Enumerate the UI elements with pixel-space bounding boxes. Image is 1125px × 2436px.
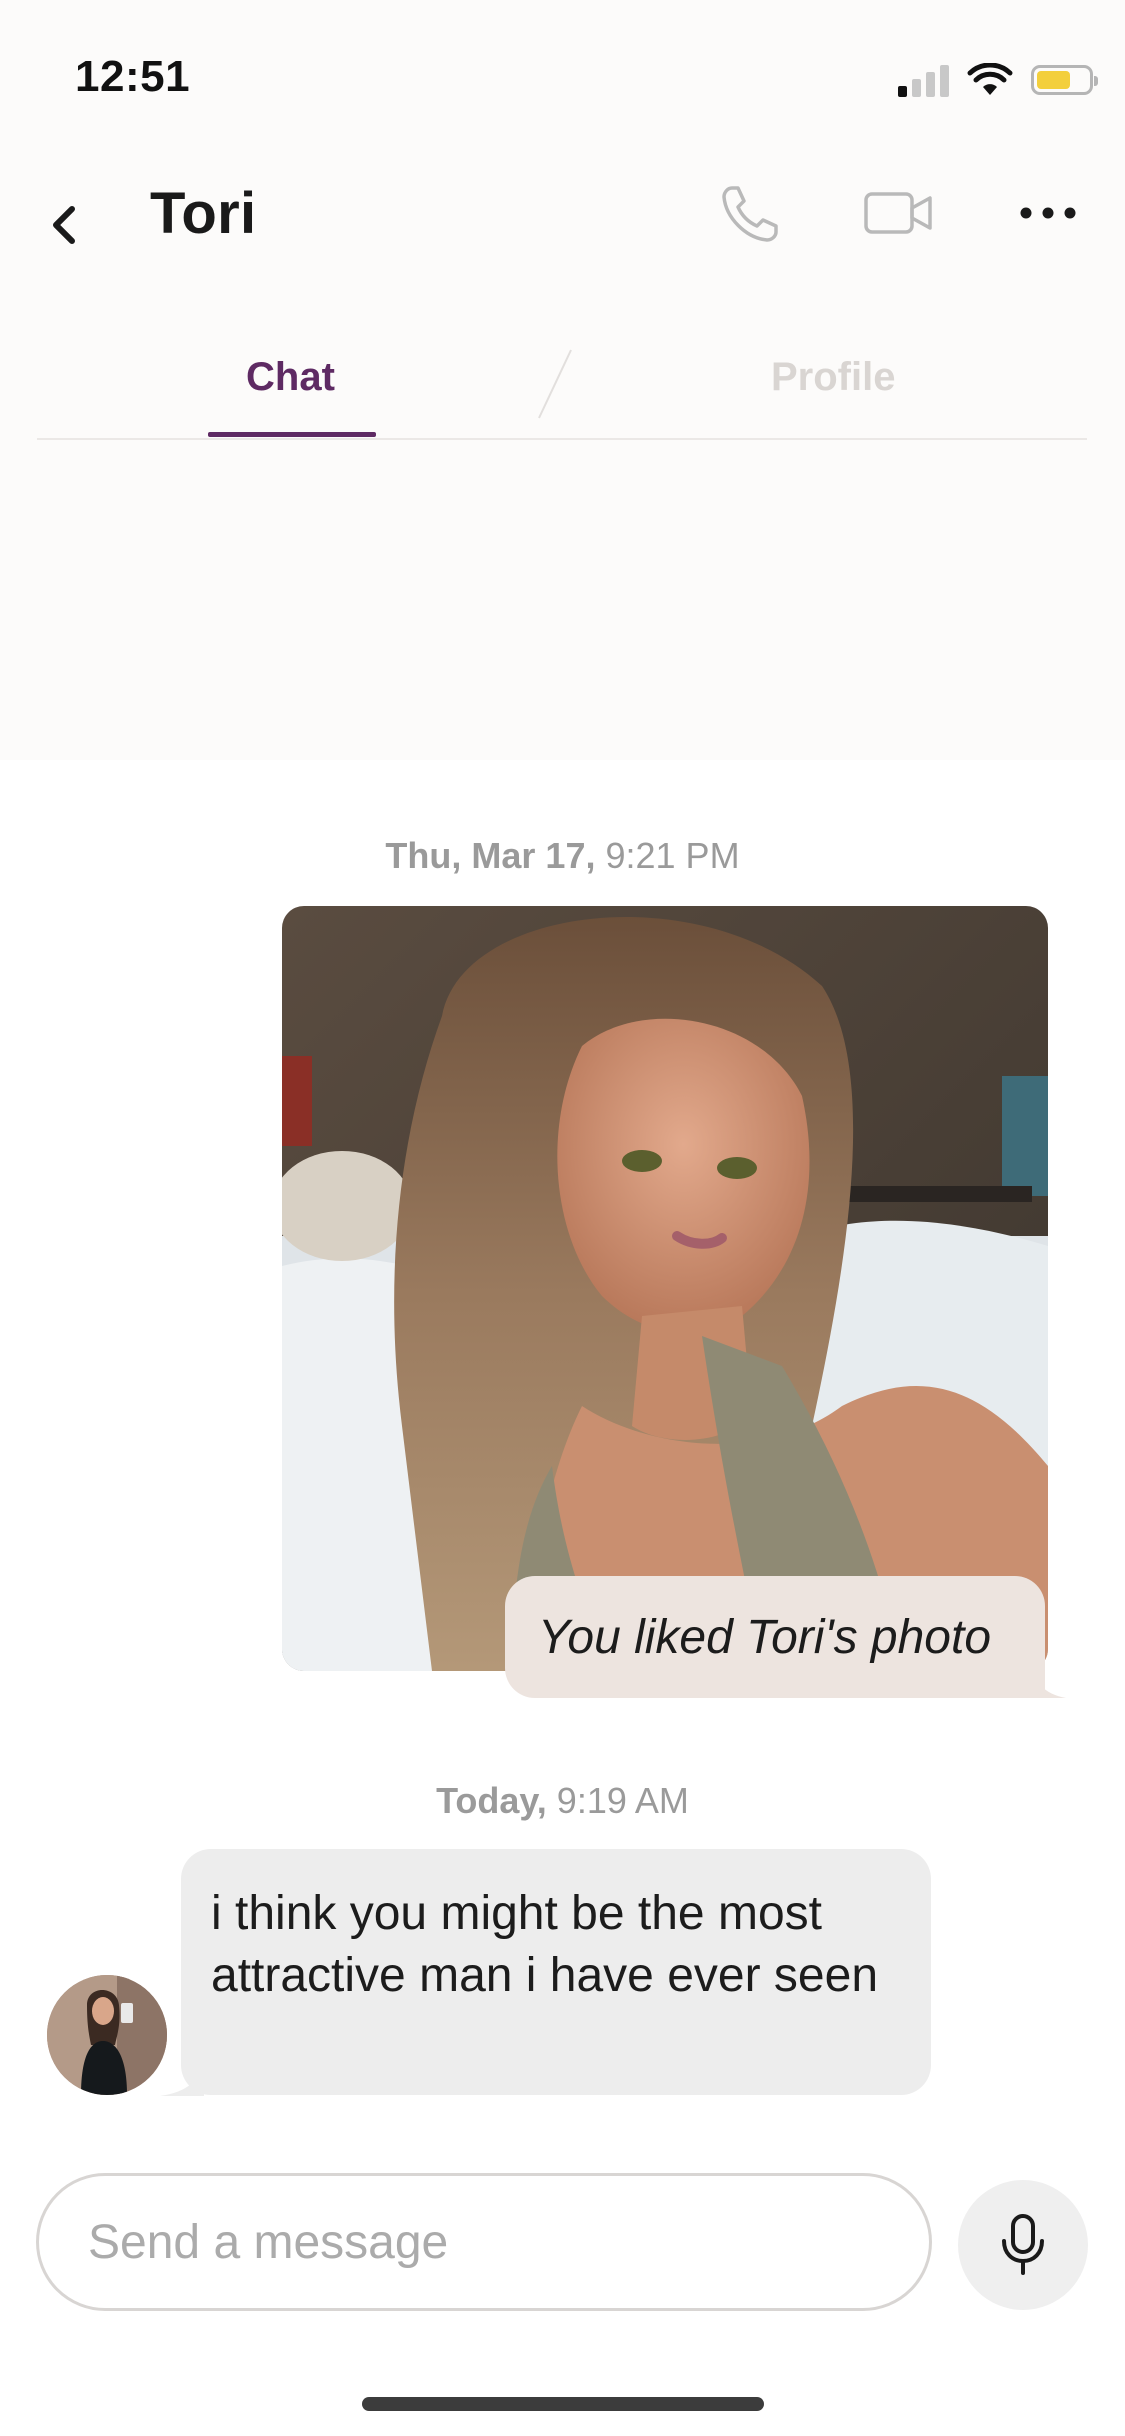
avatar-image [47, 1975, 167, 2095]
timestamp-day: Thu, Mar 17, [385, 835, 596, 876]
cellular-signal-icon [898, 63, 949, 97]
tab-profile[interactable]: Profile [771, 355, 895, 400]
video-camera-icon[interactable] [862, 180, 936, 246]
message-composer[interactable] [36, 2173, 932, 2311]
wifi-icon [967, 63, 1013, 95]
liked-photo-caption: You liked Tori's photo [505, 1576, 1045, 1698]
message-input[interactable] [86, 2206, 870, 2278]
tab-chat[interactable]: Chat [246, 355, 335, 400]
battery-icon [1031, 65, 1098, 95]
avatar[interactable] [47, 1975, 167, 2095]
microphone-button[interactable] [958, 2180, 1088, 2310]
message-timestamp: Thu, Mar 17, 9:21 PM [0, 835, 1125, 877]
status-time: 12:51 [75, 52, 191, 101]
active-tab-indicator [208, 432, 376, 437]
message-timestamp: Today, 9:19 AM [0, 1780, 1125, 1822]
more-dots-icon[interactable] [1015, 180, 1081, 246]
timestamp-time: 9:19 AM [556, 1780, 689, 1821]
back-chevron-icon[interactable] [40, 195, 90, 255]
phone-icon[interactable] [718, 180, 784, 246]
microphone-icon [1002, 2214, 1044, 2275]
timestamp-day: Today, [436, 1780, 547, 1821]
conversation-title: Tori [150, 181, 257, 246]
tab-divider [538, 349, 572, 419]
tab-divider-line [37, 438, 1087, 440]
bubble-tail [1030, 1662, 1066, 1698]
status-icons [898, 58, 1098, 102]
liked-photo[interactable] [282, 906, 1048, 1671]
profile-photo-image [282, 906, 1048, 1671]
received-message-bubble: i think you might be the most attractive… [181, 1849, 931, 2095]
home-indicator[interactable] [362, 2397, 764, 2411]
timestamp-time: 9:21 PM [605, 835, 740, 876]
